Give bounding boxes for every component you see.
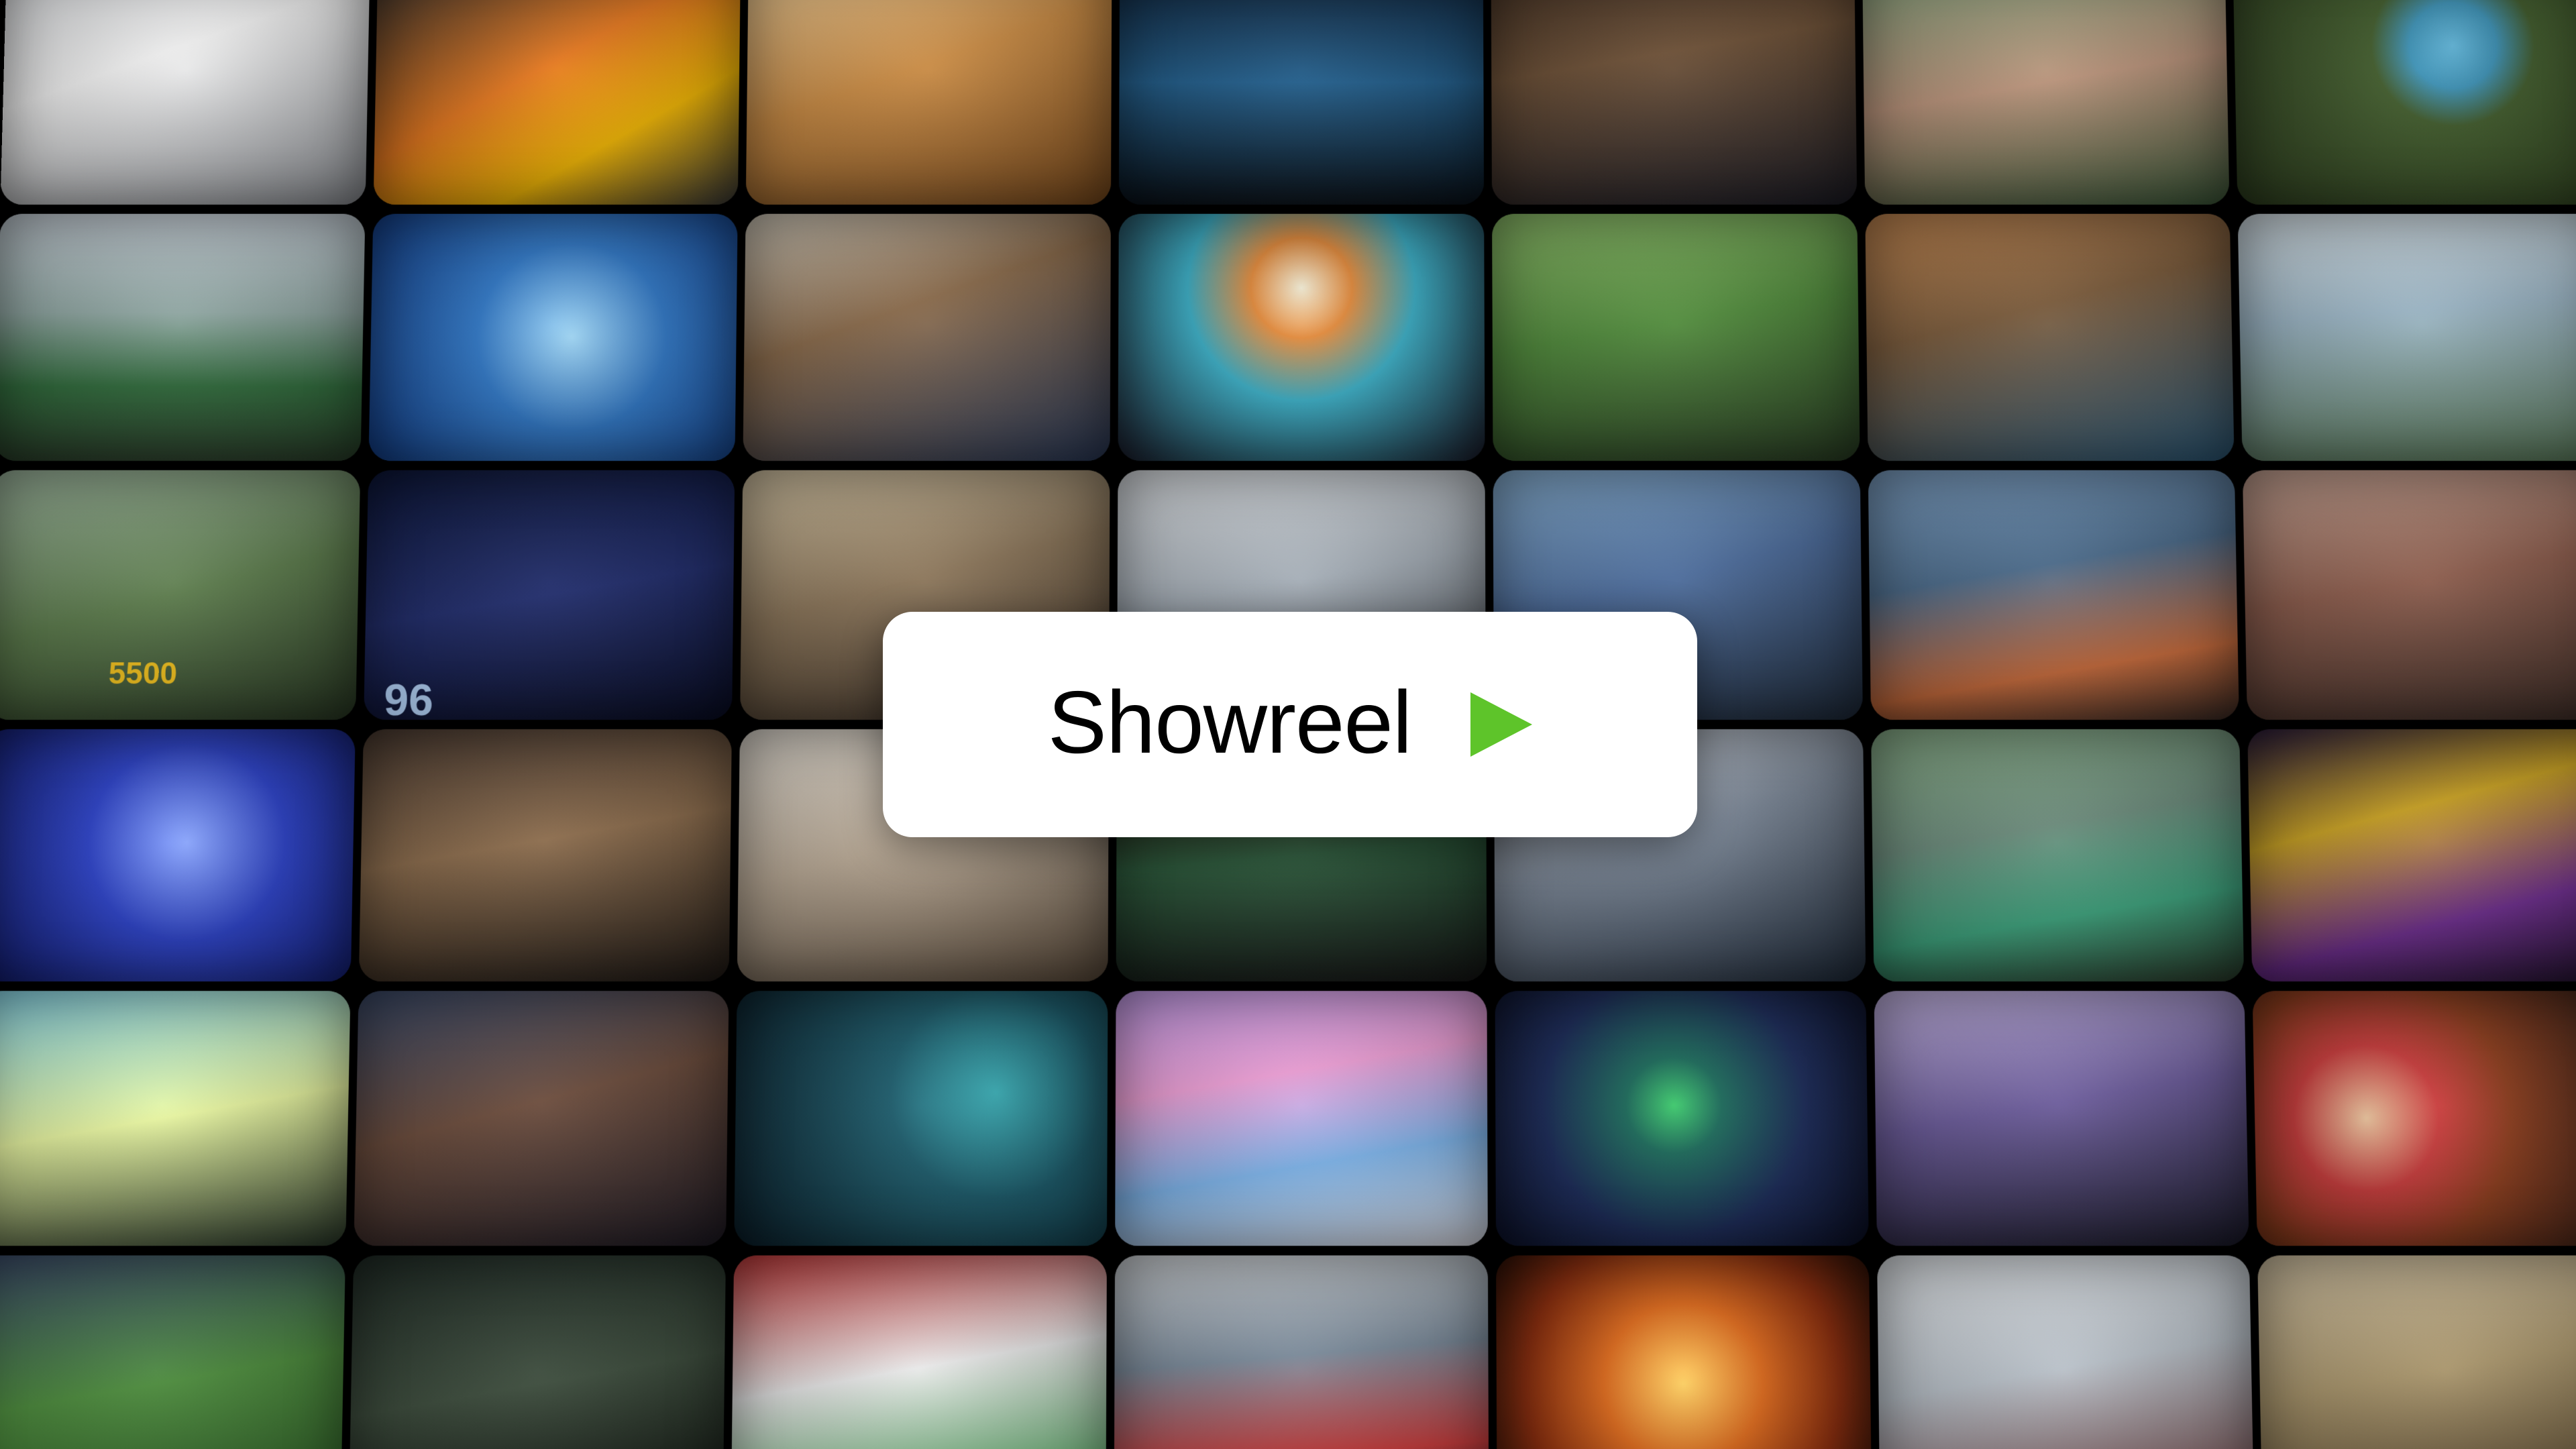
sofa-living-room-tile	[1864, 213, 2235, 462]
chess-figures-tile	[373, 0, 741, 205]
stage-performer-tile	[1119, 0, 1484, 205]
showreel-label: Showreel	[1047, 673, 1412, 771]
meditation-sofa-tile	[1868, 470, 2240, 720]
candles-ritual-tile	[358, 729, 733, 982]
tile-overlay-text: 96	[383, 675, 434, 720]
coins-game-tile: 5500	[0, 470, 360, 720]
game-portal-tile	[1495, 991, 1869, 1246]
fortune-teller-tile	[0, 729, 356, 982]
neon-text-face-tile	[2247, 729, 2576, 982]
robot-lab-tile	[743, 213, 1112, 462]
tv-show-set-tile	[0, 991, 351, 1246]
curtain-silhouette-tile	[746, 0, 1112, 205]
underwater-wave-tile	[734, 991, 1108, 1246]
data-screens-tile: 96	[363, 470, 735, 720]
neon-portrait-tile	[1118, 213, 1485, 462]
office-fall-tile	[1876, 1255, 2255, 1449]
swimmer-pool-tile	[368, 213, 739, 462]
film-crew-tile	[1874, 991, 2249, 1246]
stadium-referee-tile	[1114, 1255, 1489, 1449]
circuit-glow-tile	[1495, 1255, 1872, 1449]
wheel-of-fortune-tile	[2252, 991, 2576, 1246]
dog-playground-tile	[0, 213, 366, 462]
birthday-cake-tile	[354, 991, 729, 1246]
family-street-tile	[2243, 470, 2576, 720]
officer-park-tile	[1491, 213, 1860, 462]
play-icon	[1470, 692, 1533, 757]
friends-walking-tile	[2237, 213, 2576, 462]
showreel-play-button[interactable]: Showreel	[883, 612, 1697, 837]
aerial-pond-tile	[2233, 0, 2576, 205]
girl-portrait-tile	[1862, 0, 2230, 205]
elevator-man-tile	[2257, 1255, 2576, 1449]
photographer-studio-tile	[0, 0, 370, 205]
football-presenter-tile	[731, 1255, 1108, 1449]
dark-hallway-tile	[348, 1255, 727, 1449]
vintage-car-tile	[1870, 729, 2245, 982]
bar-conversation-tile	[1491, 0, 1857, 205]
tile-overlay-text: 5500	[108, 655, 178, 691]
showreel-stage: 5500 96 Showreel	[0, 0, 2576, 1449]
grass-closeup-tile	[0, 1255, 345, 1449]
stereotypes-show-tile	[1115, 991, 1488, 1246]
